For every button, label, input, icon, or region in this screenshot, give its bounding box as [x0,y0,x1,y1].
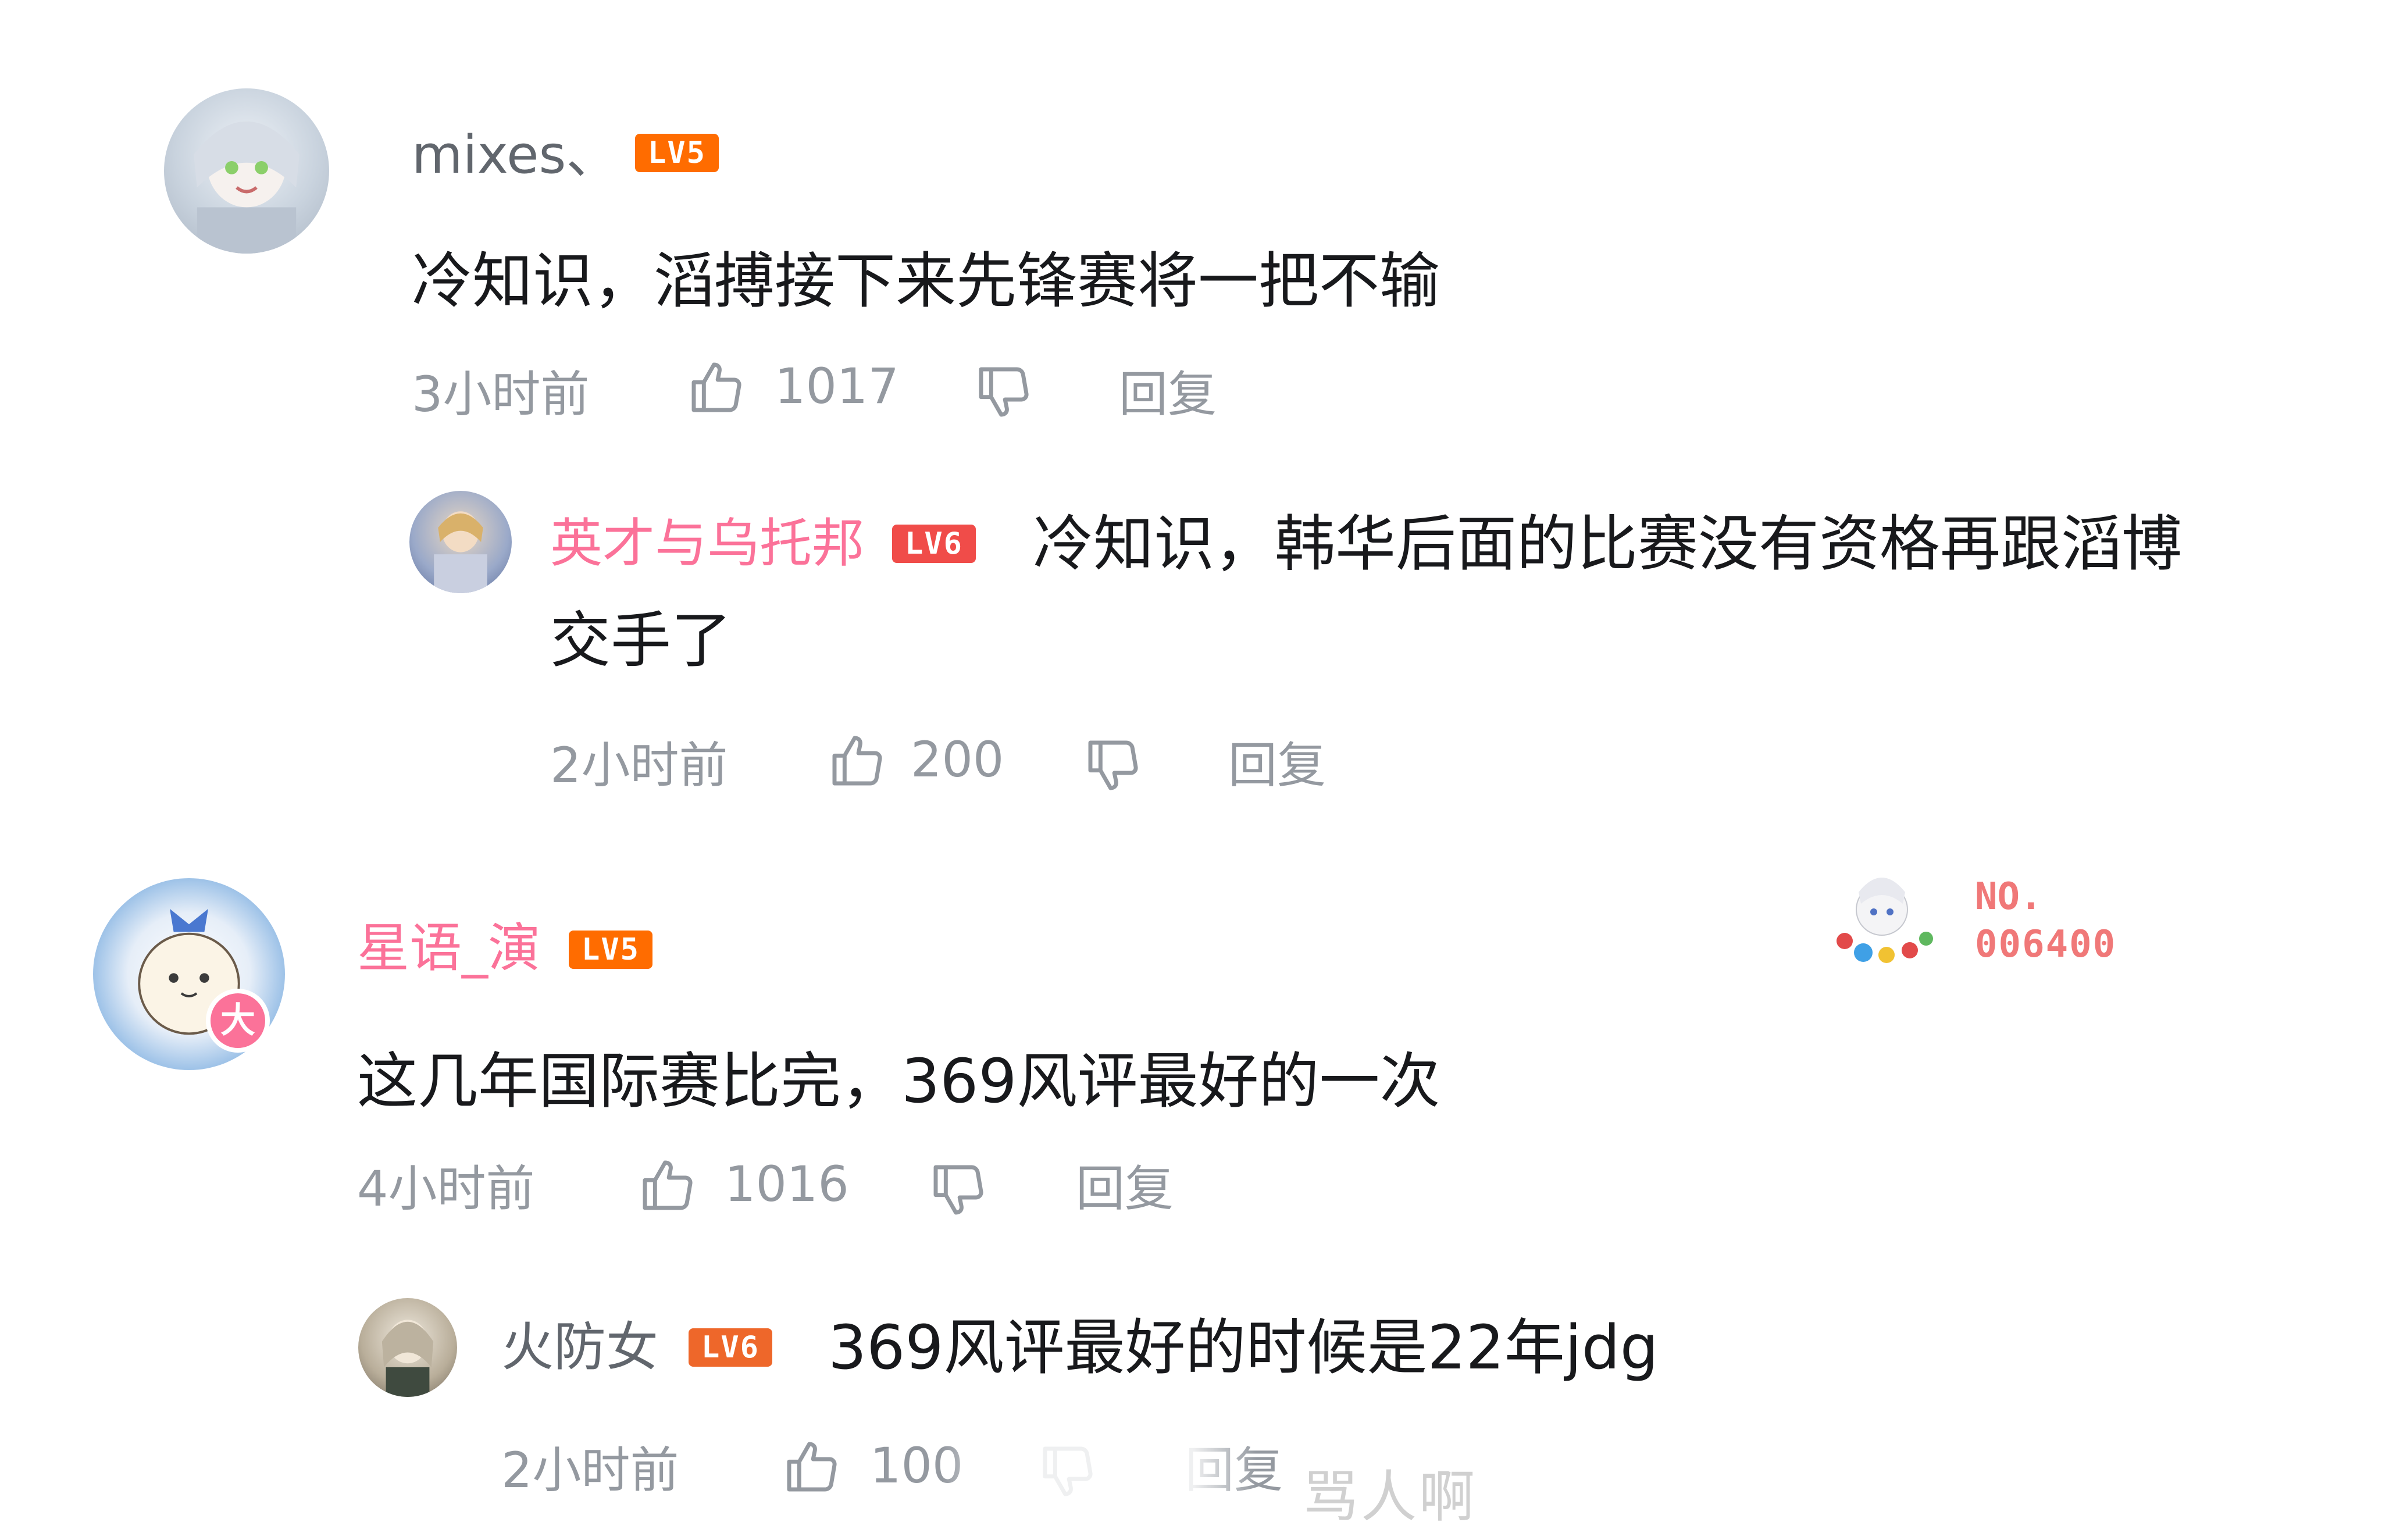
username[interactable]: 火防女 [501,1321,658,1374]
username[interactable]: mixes、 [412,129,618,181]
level-badge: LV6 [689,1328,772,1367]
level-badge: LV5 [635,134,719,172]
thumbs-down-icon[interactable] [1083,735,1143,796]
thumbs-down-icon[interactable] [974,362,1034,422]
comment-time: 4小时前 [357,1160,535,1217]
reply-time: 2小时前 [550,737,728,794]
reply-text: 冷知识，韩华后面的比赛没有资格再跟滔博交手了 [550,508,2183,676]
avatar[interactable] [409,491,512,593]
reply-time: 2小时前 [501,1442,679,1499]
reply-button[interactable]: 回复 [1228,741,1326,790]
avatar-badge: 大 [206,989,270,1053]
fan-badge-image [1812,857,1963,974]
watermark-text: 骂人啊 [1303,1464,1477,1530]
thumbs-up-icon[interactable] [827,730,887,791]
thumbs-down-icon[interactable] [928,1160,989,1220]
reply-button[interactable]: 回复 [1119,370,1217,419]
comment-text: 这几年国际赛比完，369风评最好的一次 [357,1046,1440,1117]
comment-text: 冷知识，滔搏接下来先锋赛将一把不输 [412,245,1440,316]
avatar[interactable] [358,1298,457,1397]
fan-badge-no: NO. [1975,875,2042,918]
comment-time: 3小时前 [412,366,590,423]
reply-button[interactable]: 回复 [1076,1164,1174,1213]
like-count: 1017 [775,358,899,415]
watermark-bar [942,1436,1256,1524]
thumbs-up-icon[interactable] [637,1155,698,1215]
level-badge: LV5 [569,931,652,969]
thumbs-up-icon[interactable] [782,1436,842,1497]
avatar[interactable] [164,88,329,254]
username[interactable]: 星语_演 [357,922,540,975]
like-count: 1016 [725,1156,849,1213]
thumbs-up-icon[interactable] [686,357,747,418]
reply-text: 369风评最好的时候是22年jdg [828,1312,1659,1383]
like-count: 200 [911,731,1004,788]
fan-badge-number: 006400 [1975,923,2117,966]
